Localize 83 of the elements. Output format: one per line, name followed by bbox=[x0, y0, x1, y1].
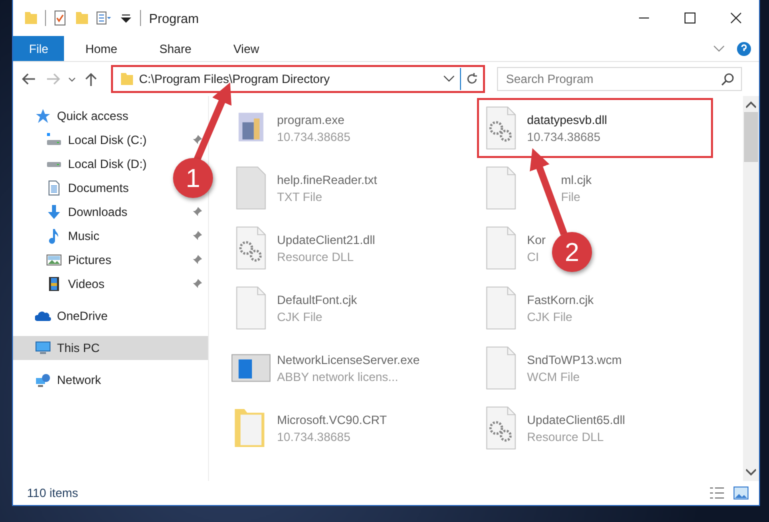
address-field[interactable]: C:\Program Files\Program Directory bbox=[135, 71, 442, 87]
pin-icon bbox=[192, 207, 202, 217]
file-detail: TXT File bbox=[277, 190, 324, 204]
item-count: 110 items bbox=[27, 486, 78, 500]
details-view-icon[interactable] bbox=[709, 486, 725, 500]
sidebar-item[interactable]: Local Disk (C:) bbox=[13, 128, 208, 152]
file-name: SndToWP13.wcm bbox=[527, 352, 622, 366]
file-item[interactable]: UpdateClient21.dll Resource DLL bbox=[229, 220, 378, 276]
file-name: DefaultFont.cjk bbox=[277, 292, 358, 306]
download-icon bbox=[46, 204, 62, 220]
sidebar-item[interactable]: Network bbox=[13, 368, 108, 392]
pin-icon bbox=[192, 135, 202, 145]
file-detail: 10.734.38685 bbox=[277, 130, 350, 144]
properties-icon[interactable] bbox=[96, 10, 112, 26]
scroll-thumb[interactable] bbox=[744, 112, 758, 162]
file-detail: CJK File bbox=[277, 310, 324, 324]
file-detail: Resource DLL bbox=[527, 430, 605, 444]
search-icon bbox=[721, 72, 735, 86]
address-bar[interactable]: C:\Program Files\Program Directory bbox=[111, 65, 485, 93]
pin-icon bbox=[192, 231, 202, 241]
ribbon-tab[interactable]: Share bbox=[138, 36, 212, 61]
sidebar-item[interactable]: Quick access bbox=[13, 104, 134, 128]
file-name: FastKorn.cjk bbox=[527, 292, 594, 306]
file-item[interactable]: Kor CI bbox=[479, 220, 548, 276]
file-name: datatypesvb.dll bbox=[527, 112, 608, 126]
sidebar-item[interactable]: Documents bbox=[13, 176, 135, 200]
file-menu-button[interactable]: File bbox=[13, 36, 64, 61]
help-icon[interactable] bbox=[737, 42, 751, 56]
star-icon bbox=[35, 108, 51, 124]
file-name: program.exe bbox=[277, 112, 346, 126]
film-icon bbox=[46, 276, 62, 292]
ribbon-tab[interactable]: Home bbox=[64, 36, 138, 61]
file-item[interactable]: program.exe 10.734.38685 bbox=[229, 100, 352, 156]
ribbon-tab[interactable]: View bbox=[212, 36, 280, 61]
file-name: NetworkLicenseServer.exe bbox=[277, 352, 420, 366]
file-item[interactable]: FastKorn.cjk CJK File bbox=[479, 280, 596, 336]
scrollbar[interactable] bbox=[743, 96, 759, 481]
picture-icon bbox=[46, 252, 62, 268]
file-name: help.fineReader.txt bbox=[277, 172, 378, 186]
drive-icon bbox=[46, 132, 62, 148]
file-name: Microsoft.VC90.CRT bbox=[277, 412, 387, 426]
scroll-down-icon[interactable] bbox=[746, 467, 756, 477]
file-name: UpdateClient21.dll bbox=[277, 232, 376, 246]
file-name: ml.cjk bbox=[561, 172, 592, 186]
file-detail: CJK File bbox=[527, 310, 574, 324]
drive-icon bbox=[47, 162, 61, 166]
file-detail: 10.734.38685 bbox=[527, 130, 602, 144]
file-item[interactable]: datatypesvb.dll 10.734.38685 bbox=[479, 100, 711, 156]
file-item[interactable]: NetworkLicenseServer.exe ABBY network licens... bbox=[229, 340, 422, 396]
file-detail: Resource DLL bbox=[277, 250, 355, 264]
scroll-up-icon[interactable] bbox=[746, 100, 756, 110]
sidebar-item[interactable]: Downloads bbox=[13, 200, 208, 224]
document-icon bbox=[46, 180, 62, 196]
file-item[interactable]: ml.cjk File bbox=[479, 160, 594, 216]
sidebar-item[interactable]: Local Disk (D:) bbox=[13, 152, 153, 176]
file-detail: 10.734.38685 bbox=[277, 430, 352, 444]
sidebar-item[interactable]: OneDrive bbox=[13, 304, 114, 328]
pin-icon bbox=[192, 279, 202, 289]
file-detail: CI bbox=[527, 250, 540, 264]
window-title: Program bbox=[149, 10, 199, 26]
file-detail: File bbox=[561, 190, 582, 204]
network-icon bbox=[35, 372, 51, 388]
sidebar-item[interactable]: This PC bbox=[13, 336, 208, 360]
file-name: Kor bbox=[527, 232, 546, 246]
file-item[interactable]: help.fineReader.txt TXT File bbox=[229, 160, 380, 216]
file-item[interactable]: Microsoft.VC90.CRT 10.734.38685 bbox=[229, 400, 389, 456]
monitor-icon bbox=[35, 340, 51, 356]
sidebar-item[interactable]: Music bbox=[13, 224, 208, 248]
pin-icon bbox=[192, 255, 202, 265]
sidebar-item[interactable]: Videos bbox=[13, 272, 208, 296]
file-detail: WCM File bbox=[527, 370, 581, 384]
file-detail: ABBY network licens... bbox=[277, 370, 400, 384]
sidebar-item[interactable]: Pictures bbox=[13, 248, 208, 272]
large-icons-view-icon[interactable] bbox=[733, 486, 749, 500]
search-box[interactable]: Search Program bbox=[497, 67, 742, 91]
checklist-icon[interactable] bbox=[52, 10, 68, 26]
file-name: UpdateClient65.dll bbox=[527, 412, 626, 426]
chevron-down-icon[interactable] bbox=[442, 74, 456, 84]
file-item[interactable]: SndToWP13.wcm WCM File bbox=[479, 340, 624, 396]
refresh-icon[interactable] bbox=[465, 72, 479, 86]
file-item[interactable]: DefaultFont.cjk CJK File bbox=[229, 280, 360, 336]
folder-icon bbox=[119, 71, 135, 87]
file-item[interactable]: UpdateClient65.dll Resource DLL bbox=[479, 400, 628, 456]
